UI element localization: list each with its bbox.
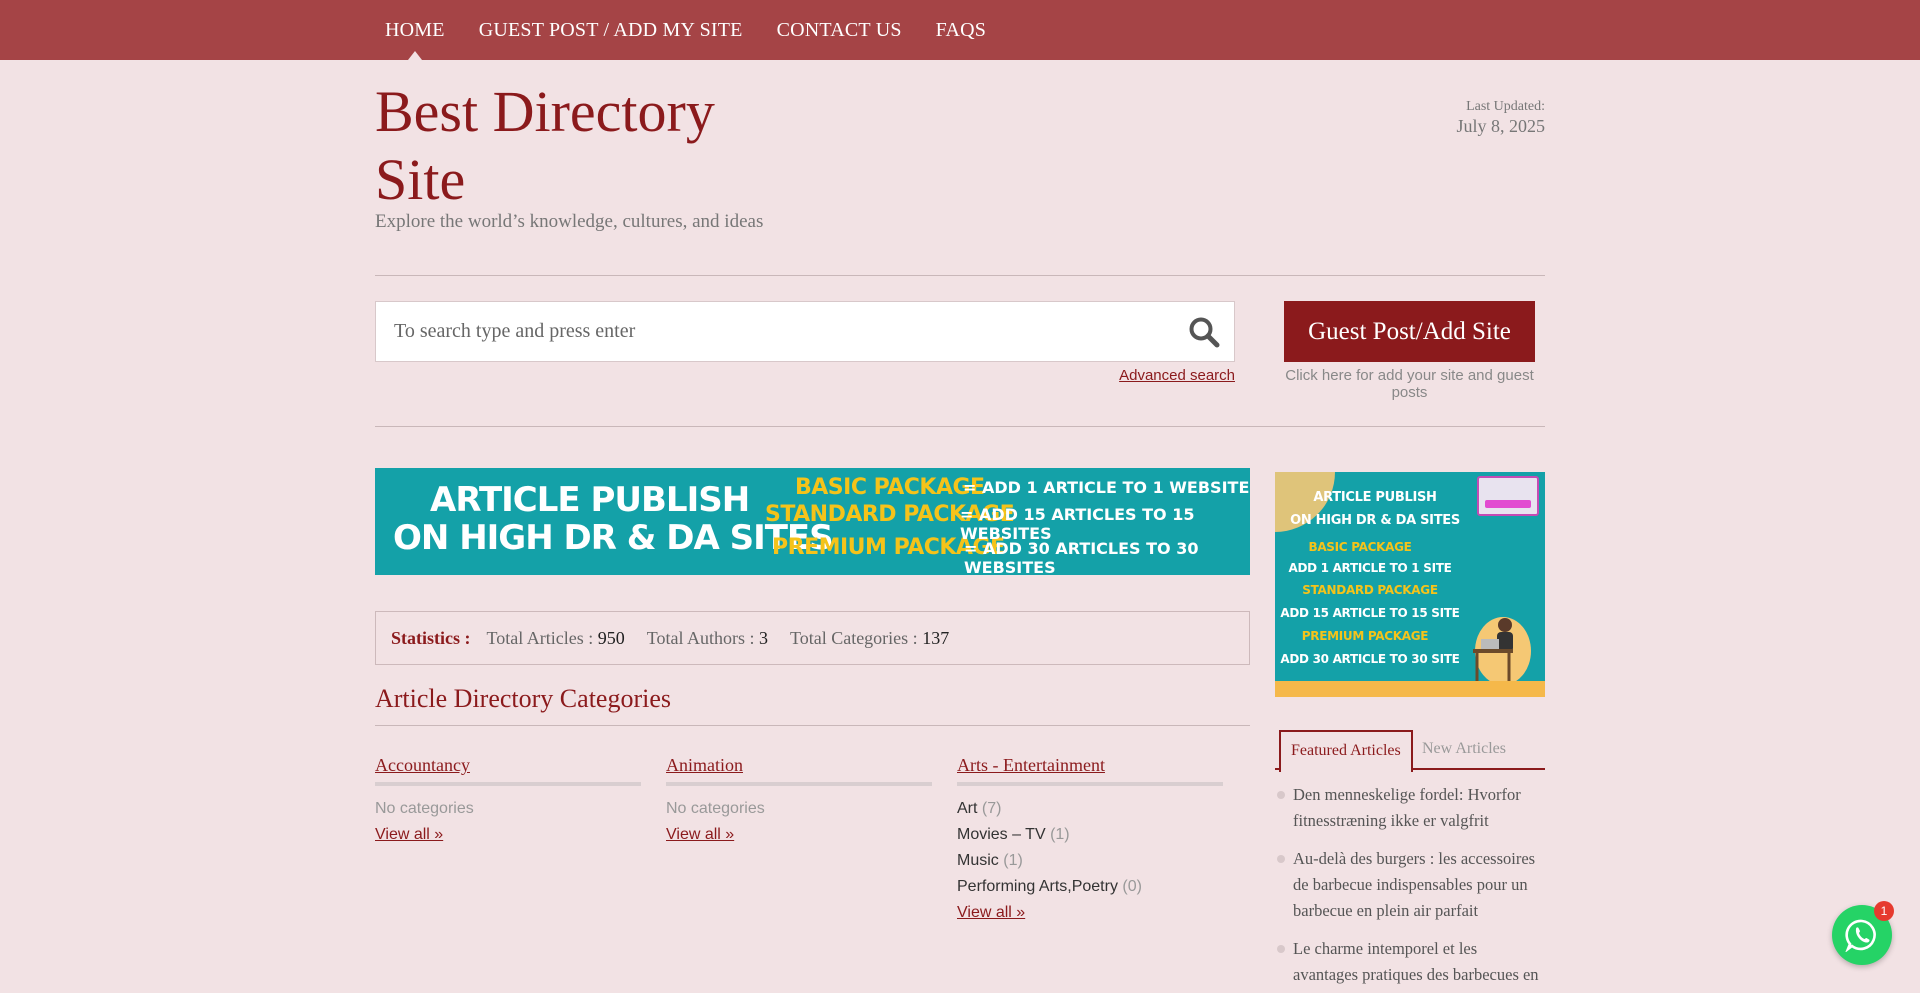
banner-premium-desc: = ADD 30 ARTICLES TO 30 WEBSITES [964,539,1199,575]
total-authors-label: Total Authors : [646,627,755,648]
list-item[interactable]: Au-delà des burgers : les accessoires de… [1275,846,1545,924]
total-categories-value: 137 [922,627,950,648]
subcategory-item[interactable]: Art (7) [957,796,1223,822]
statistics-bar: Statistics : Total Articles : 950 Total … [375,611,1250,665]
nav-item-contact[interactable]: CONTACT US [767,0,912,60]
site-title[interactable]: Best Directory Site [375,78,795,214]
categories-divider [375,725,1250,726]
side-banner-line1: ARTICLE PUBLISH [1313,490,1437,505]
category-column-animation: Animation No categories View all » [666,755,932,848]
subcategory-count: (1) [1003,852,1023,869]
total-articles-value: 950 [597,627,625,648]
nav-item-faqs[interactable]: FAQS [926,0,996,60]
tab-new-articles[interactable]: New Articles [1412,730,1516,770]
banner-headline-line1: ARTICLE PUBLISH [430,480,750,520]
total-authors-value: 3 [758,627,768,648]
side-banner-standard: STANDARD PACKAGE [1302,583,1438,597]
nav-link-faqs[interactable]: FAQS [936,19,986,42]
header-divider [375,275,1545,276]
side-banner-line2: ON HIGH DR & DA SITES [1290,513,1460,528]
nav-item-guest-post[interactable]: GUEST POST / ADD MY SITE [469,0,753,60]
side-banner-standard-desc: ADD 15 ARTICLE TO 15 SITE [1280,606,1460,620]
advanced-search-link[interactable]: Advanced search [1115,367,1235,384]
subcategory-name[interactable]: Art [957,800,977,817]
side-banner-premium: PREMIUM PACKAGE [1301,629,1429,643]
whatsapp-icon [1845,919,1876,952]
nav-link-guest-post[interactable]: GUEST POST / ADD MY SITE [479,19,743,42]
last-updated-date: July 8, 2025 [1456,116,1545,136]
person-at-desk-illustration [1473,617,1531,681]
article-publish-side-banner[interactable]: ARTICLE PUBLISH ON HIGH DR & DA SITES BA… [1275,472,1545,697]
category-column-accountancy: Accountancy No categories View all » [375,755,641,848]
side-banner-premium-desc: ADD 30 ARTICLE TO 30 SITE [1280,652,1460,666]
total-articles: Total Articles : 950 [487,628,625,649]
subcategory-name[interactable]: Music [957,852,999,869]
subcategory-count: (1) [1050,826,1070,843]
side-banner-footer-strip [1275,681,1545,697]
subcategory-name[interactable]: Movies – TV [957,826,1046,843]
statistics-label: Statistics : [391,627,471,648]
subcategory-count: (0) [1122,878,1142,895]
article-publish-banner[interactable]: ARTICLE PUBLISH ON HIGH DR & DA SITES BA… [375,468,1250,575]
side-banner-basic-desc: ADD 1 ARTICLE TO 1 SITE [1288,561,1452,575]
last-updated-label: Last Updated: [1466,99,1545,114]
view-all-link[interactable]: View all » [666,826,734,843]
categories-heading: Article Directory Categories [375,684,671,713]
banner-standard-desc: = ADD 15 ARTICLES TO 15 WEBSITES [960,505,1195,543]
search-input[interactable] [376,302,1156,361]
side-banner-basic: BASIC PACKAGE [1308,540,1412,554]
no-categories-text: No categories [666,800,765,817]
banner-basic-package: BASIC PACKAGE [795,475,985,500]
subcategory-item[interactable]: Performing Arts,Poetry (0) [957,874,1223,900]
total-categories: Total Categories : 137 [790,628,949,649]
site-tagline: Explore the world’s knowledge, cultures,… [375,211,764,232]
guest-post-note: Click here for add your site and guest p… [1285,367,1534,401]
article-tabs: Featured Articles New Articles [1275,730,1545,772]
chat-notification-badge: 1 [1874,901,1894,921]
category-title-animation[interactable]: Animation [666,755,932,786]
list-item[interactable]: Le charme intemporel et les avantages pr… [1275,936,1545,993]
view-all-link[interactable]: View all » [375,826,443,843]
search-divider [375,426,1545,427]
subcategory-item[interactable]: Movies – TV (1) [957,822,1223,848]
nav-link-contact[interactable]: CONTACT US [777,19,902,42]
search-box [375,301,1235,362]
tab-featured-articles[interactable]: Featured Articles [1279,730,1413,772]
total-categories-label: Total Categories : [789,627,918,648]
total-authors: Total Authors : 3 [647,628,768,649]
subcategory-count: (7) [981,800,1002,817]
subcategory-item[interactable]: Music (1) [957,848,1223,874]
no-categories-text: No categories [375,800,474,817]
guest-post-button[interactable]: Guest Post/Add Site [1284,301,1535,362]
category-column-arts-entertainment: Arts - Entertainment Art (7) Movies – TV… [957,755,1223,926]
nav-item-home[interactable]: HOME [375,0,455,60]
featured-articles-list: Den menneskelige fordel: Hvorfor fitness… [1275,782,1545,993]
search-icon[interactable] [1188,316,1220,348]
site-title-line2[interactable]: Site [375,147,465,212]
last-updated: Last Updated: July 8, 2025 [1456,99,1545,137]
list-item[interactable]: Den menneskelige fordel: Hvorfor fitness… [1275,782,1545,834]
category-title-arts-entertainment[interactable]: Arts - Entertainment [957,755,1223,786]
nav-link-home[interactable]: HOME [385,19,445,42]
subcategory-name[interactable]: Performing Arts,Poetry [957,878,1118,895]
total-articles-label: Total Articles : [486,627,594,648]
site-title-line1[interactable]: Best Directory [375,79,715,144]
view-all-link[interactable]: View all » [957,904,1025,921]
category-title-accountancy[interactable]: Accountancy [375,755,641,786]
nav-menu: HOME GUEST POST / ADD MY SITE CONTACT US… [375,0,1010,60]
laptop-illustration [1477,476,1539,516]
banner-basic-desc: = ADD 1 ARTICLE TO 1 WEBSITE [963,478,1250,497]
top-navigation: HOME GUEST POST / ADD MY SITE CONTACT US… [0,0,1920,60]
